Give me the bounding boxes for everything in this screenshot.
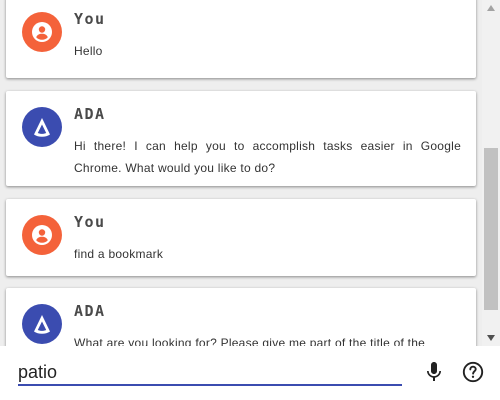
message-card-ada: ADA Hi there! I can help you to accompli… xyxy=(6,91,476,186)
help-button[interactable] xyxy=(461,360,485,384)
help-circle-icon xyxy=(462,361,484,383)
message-card-user: You find a bookmark xyxy=(6,199,476,276)
message-text: Hi there! I can help you to accomplish t… xyxy=(74,139,461,175)
query-input[interactable] xyxy=(18,360,402,386)
message-text: find a bookmark xyxy=(74,247,164,261)
scroll-up-arrow-icon[interactable] xyxy=(482,0,500,16)
scroll-down-arrow-icon[interactable] xyxy=(482,330,500,346)
message-text: Hello xyxy=(74,44,103,58)
message-card-ada: ADA What are you looking for? Please giv… xyxy=(6,288,476,346)
input-bar xyxy=(0,346,500,400)
user-avatar-icon xyxy=(22,12,62,52)
user-avatar-icon xyxy=(22,215,62,255)
scrollbar-thumb[interactable] xyxy=(484,148,498,310)
message-list[interactable]: You Hello ADA Hi there! I can help you t… xyxy=(0,0,482,346)
sender-name: ADA xyxy=(74,302,106,320)
message-text: What are you looking for? Please give me… xyxy=(74,336,426,346)
ada-logo-icon xyxy=(22,107,62,147)
message-card-user: You Hello xyxy=(6,0,476,78)
ada-logo-icon xyxy=(22,304,62,344)
microphone-button[interactable] xyxy=(422,360,446,384)
sender-name: You xyxy=(74,10,106,28)
sender-name: ADA xyxy=(74,105,106,123)
chat-app: You Hello ADA Hi there! I can help you t… xyxy=(0,0,500,400)
vertical-scrollbar[interactable] xyxy=(482,0,500,346)
microphone-icon xyxy=(427,362,441,381)
sender-name: You xyxy=(74,213,106,231)
